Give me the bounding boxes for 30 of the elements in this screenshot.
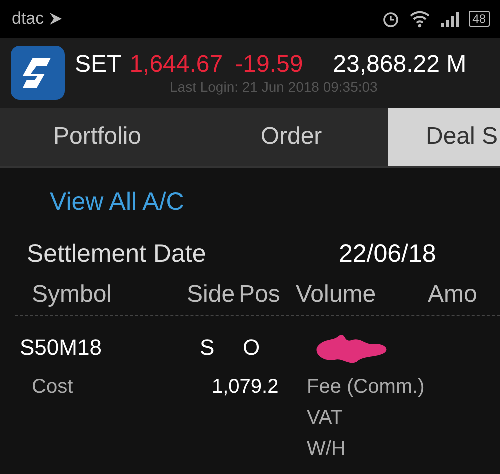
app-logo — [11, 46, 65, 100]
last-login: Last Login: 21 Jun 2018 09:35:03 — [170, 79, 378, 95]
settlement-date: 22/06/18 — [339, 240, 436, 269]
table-cell-text: S50M18 — [20, 335, 103, 361]
index-change: -19.59 — [235, 51, 304, 79]
battery-level: 48 — [468, 11, 490, 27]
column-header: Amo — [428, 281, 478, 309]
alarm-icon — [382, 10, 400, 28]
cost-label: Cost — [32, 376, 74, 400]
settlement-label: Settlement Date — [27, 240, 208, 269]
column-header: Side — [187, 281, 236, 309]
fee-label: VAT — [307, 407, 344, 430]
table-cell-text: O — [243, 335, 262, 361]
index-name: SET — [75, 51, 122, 79]
wifi-icon — [408, 10, 431, 28]
table-cell-text: S — [200, 335, 216, 361]
column-header: Symbol — [32, 281, 114, 309]
fee-label: W/H — [307, 438, 347, 461]
column-header: Pos — [239, 281, 282, 309]
tab[interactable]: Deal S — [388, 108, 500, 166]
index-value: 1,644.67 — [130, 51, 224, 79]
tab[interactable]: Order — [195, 108, 388, 166]
cost-value: 1,079.2 — [212, 376, 280, 400]
tab[interactable]: Portfolio — [0, 108, 195, 166]
column-header: Volume — [296, 281, 378, 309]
trade-volume: 23,868.22 M — [333, 51, 467, 79]
fee-label: Fee (Comm.) — [307, 376, 426, 399]
view-all-link[interactable]: View All A/C — [50, 188, 500, 217]
carrier-name: dtac — [12, 9, 44, 29]
cell-signal-icon — [440, 10, 460, 28]
